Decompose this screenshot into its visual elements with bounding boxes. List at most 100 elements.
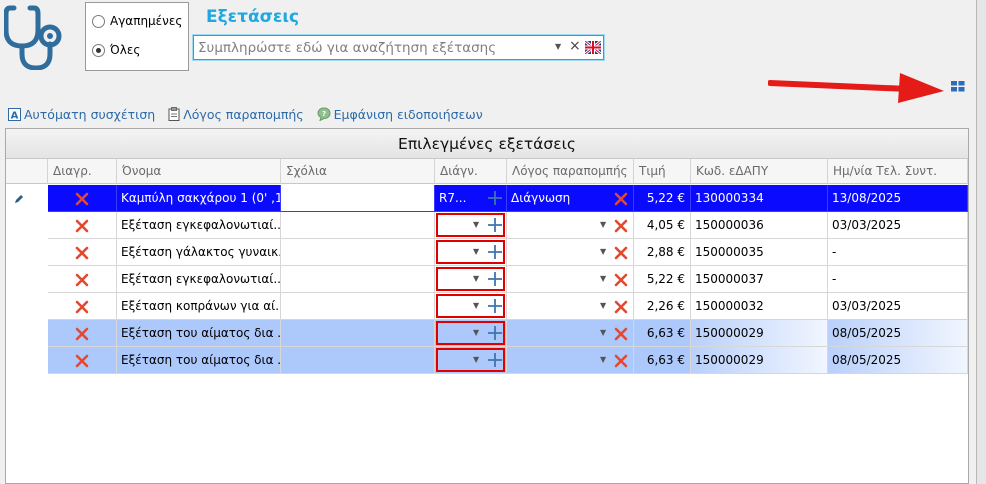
exam-search-box[interactable]: ▼ × (193, 35, 604, 60)
col-head-delete[interactable]: Διαγρ. (48, 159, 117, 184)
col-head-comments[interactable]: Σχόλια (281, 159, 435, 184)
referral-reason-dropdown-icon[interactable]: ▼ (600, 320, 606, 346)
delete-cell[interactable] (48, 239, 117, 266)
radio-all[interactable]: Όλες (92, 43, 140, 57)
referral-reason-cell[interactable]: Διάγνωση (507, 185, 634, 212)
referral-reason-dropdown-icon[interactable]: ▼ (600, 293, 606, 319)
diagnosis-cell[interactable]: ▼ (435, 212, 507, 239)
delete-cell[interactable] (48, 293, 117, 320)
delete-cell[interactable] (48, 185, 117, 212)
name-cell[interactable]: Εξέταση του αίματος δια ... (117, 347, 281, 374)
comments-cell[interactable] (281, 293, 435, 320)
uk-flag-icon[interactable] (585, 41, 601, 54)
price-cell[interactable]: 4,05 € (634, 212, 691, 239)
clear-reason-x-icon[interactable] (613, 217, 629, 233)
code-cell[interactable]: 150000037 (691, 266, 828, 293)
name-cell[interactable]: Καμπύλη σακχάρου 1 (0' ,12 (117, 185, 281, 212)
radio-favorites-dot[interactable] (92, 14, 105, 28)
price-cell[interactable]: 5,22 € (634, 266, 691, 293)
comments-cell[interactable] (281, 239, 435, 266)
comments-cell[interactable] (281, 347, 435, 374)
add-diagnosis-plus-icon[interactable] (487, 324, 503, 340)
delete-cell[interactable] (48, 266, 117, 293)
col-head-last-date[interactable]: Ημ/νία Τελ. Συντ. (828, 159, 968, 184)
name-cell[interactable]: Εξέταση εγκεφαλονωτιαί... (117, 212, 281, 239)
code-cell[interactable]: 150000035 (691, 239, 828, 266)
add-diagnosis-plus-icon[interactable] (487, 270, 503, 286)
code-cell[interactable]: 130000334 (691, 185, 828, 212)
comments-cell[interactable] (281, 212, 435, 239)
name-cell[interactable]: Εξέταση εγκεφαλονωτιαί... (117, 266, 281, 293)
right-scrollbar[interactable] (976, 0, 986, 484)
col-head-diagnosis[interactable]: Διάγν. (435, 159, 507, 184)
price-cell[interactable]: 6,63 € (634, 347, 691, 374)
exam-search-input[interactable] (198, 39, 548, 57)
auto-link-button[interactable]: A Αυτόματη συσχέτιση (8, 107, 155, 122)
comments-cell[interactable] (281, 320, 435, 347)
show-notifications-button[interactable]: ? Εμφάνιση ειδοποιήσεων (317, 107, 483, 122)
comments-cell[interactable] (281, 266, 435, 293)
last-date-cell[interactable]: 08/05/2025 (828, 347, 968, 374)
diagnosis-cell[interactable]: R7... (435, 185, 507, 212)
price-cell[interactable]: 2,88 € (634, 239, 691, 266)
table-row[interactable]: Εξέταση εγκεφαλονωτιαί... ▼ ▼ 5,22 €1500000… (48, 266, 968, 293)
name-cell[interactable]: Εξέταση του αίματος δια ... (117, 320, 281, 347)
add-diagnosis-plus-icon[interactable] (487, 189, 503, 205)
last-date-cell[interactable]: 13/08/2025 (828, 185, 968, 212)
clear-reason-x-icon[interactable] (613, 298, 629, 314)
diagnosis-dropdown-icon[interactable]: ▼ (473, 320, 479, 346)
referral-reason-cell[interactable]: ▼ (507, 347, 634, 374)
last-date-cell[interactable]: 03/03/2025 (828, 212, 968, 239)
radio-favorites[interactable]: Αγαπημένες (92, 14, 182, 28)
delete-cell[interactable] (48, 212, 117, 239)
add-diagnosis-plus-icon[interactable] (487, 351, 503, 367)
table-row[interactable]: Εξέταση του αίματος δια ... ▼ ▼ 6,63 €15000… (48, 347, 968, 374)
delete-x-icon[interactable] (74, 271, 90, 287)
diagnosis-cell[interactable]: ▼ (435, 320, 507, 347)
add-diagnosis-plus-icon[interactable] (487, 243, 503, 259)
table-row[interactable]: Εξέταση εγκεφαλονωτιαί... ▼ ▼ 4,05 €1500000… (48, 212, 968, 239)
clear-reason-x-icon[interactable] (613, 271, 629, 287)
clear-reason-x-icon[interactable] (613, 244, 629, 260)
table-row[interactable]: Εξέταση κοπράνων για αί... ▼ ▼ 2,26 €150000… (48, 293, 968, 320)
referral-reason-dropdown-icon[interactable]: ▼ (600, 266, 606, 292)
delete-x-icon[interactable] (74, 217, 90, 233)
search-clear-icon[interactable]: × (569, 38, 581, 54)
delete-cell[interactable] (48, 347, 117, 374)
referral-reason-dropdown-icon[interactable]: ▼ (600, 212, 606, 238)
delete-cell[interactable] (48, 320, 117, 347)
price-cell[interactable]: 6,63 € (634, 320, 691, 347)
referral-reason-cell[interactable]: ▼ (507, 320, 634, 347)
delete-x-icon[interactable] (74, 190, 90, 206)
referral-reason-cell[interactable]: ▼ (507, 239, 634, 266)
add-diagnosis-plus-icon[interactable] (487, 297, 503, 313)
table-row[interactable]: Καμπύλη σακχάρου 1 (0' ,12 R7... Διάγνωση 5… (48, 185, 968, 212)
code-cell[interactable]: 150000029 (691, 347, 828, 374)
col-head-name[interactable]: Όνομα (117, 159, 281, 184)
col-head-reason[interactable]: Λόγος παραπομπής (507, 159, 634, 184)
code-cell[interactable]: 150000036 (691, 212, 828, 239)
diagnosis-dropdown-icon[interactable]: ▼ (473, 239, 479, 265)
referral-reason-cell[interactable]: ▼ (507, 212, 634, 239)
diagnosis-dropdown-icon[interactable]: ▼ (473, 212, 479, 238)
last-date-cell[interactable]: 03/03/2025 (828, 293, 968, 320)
referral-reason-dropdown-icon[interactable]: ▼ (600, 239, 606, 265)
comments-cell[interactable] (281, 185, 435, 212)
radio-all-dot[interactable] (92, 43, 105, 57)
col-head-price[interactable]: Τιμή (634, 159, 691, 184)
col-head-code[interactable]: Κωδ. εΔΑΠΥ (691, 159, 828, 184)
clear-reason-x-icon[interactable] (613, 325, 629, 341)
table-row[interactable]: Εξέταση του αίματος δια ... ▼ ▼ 6,63 €15000… (48, 320, 968, 347)
delete-x-icon[interactable] (74, 352, 90, 368)
clear-reason-x-icon[interactable] (613, 352, 629, 368)
last-date-cell[interactable]: 08/05/2025 (828, 320, 968, 347)
referral-reason-cell[interactable]: ▼ (507, 293, 634, 320)
diagnosis-dropdown-icon[interactable]: ▼ (473, 347, 479, 373)
diagnosis-dropdown-icon[interactable]: ▼ (473, 266, 479, 292)
delete-x-icon[interactable] (74, 325, 90, 341)
referral-reason-dropdown-icon[interactable]: ▼ (600, 347, 606, 373)
delete-x-icon[interactable] (74, 244, 90, 260)
diagnosis-cell[interactable]: ▼ (435, 239, 507, 266)
add-diagnosis-plus-icon[interactable] (487, 216, 503, 232)
diagnosis-dropdown-icon[interactable]: ▼ (473, 293, 479, 319)
